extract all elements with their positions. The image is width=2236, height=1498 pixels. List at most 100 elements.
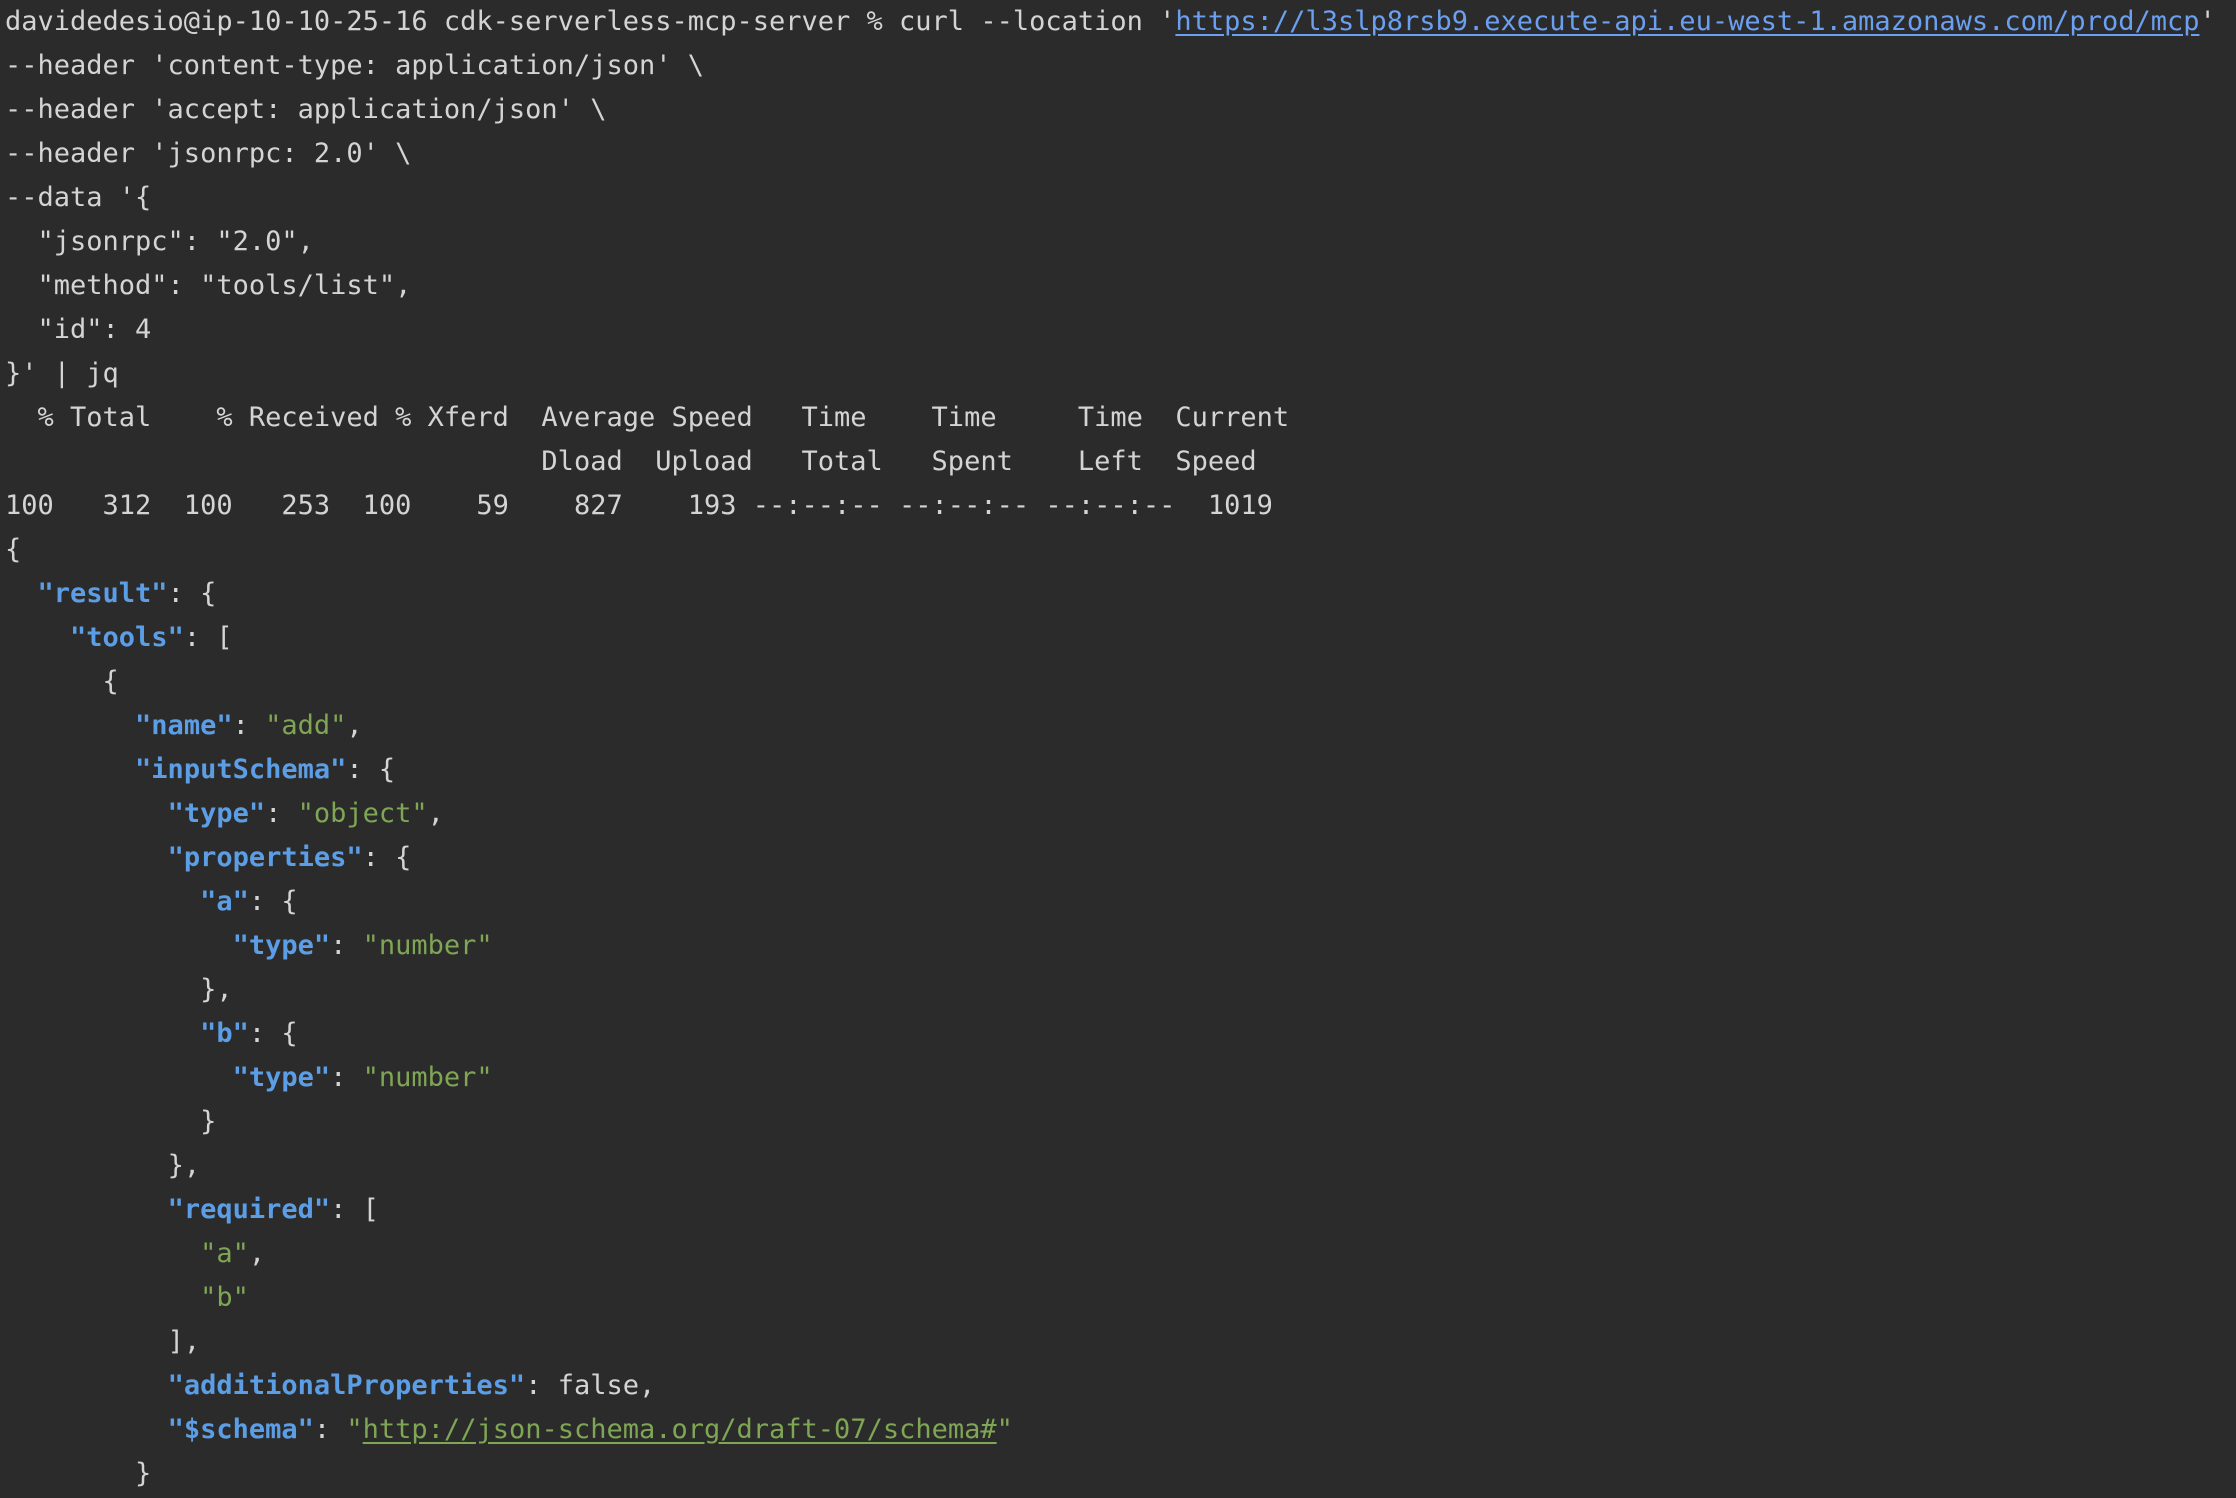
url-link[interactable]: https://l3slp8rsb9.execute-api.eu-west-1… bbox=[1175, 6, 2199, 37]
json-string-value: " bbox=[346, 1414, 363, 1445]
json-key: "name" bbox=[135, 710, 233, 741]
json-string-value: "number" bbox=[362, 1062, 493, 1093]
terminal-line: }' | jq bbox=[5, 352, 2231, 396]
json-key: "a" bbox=[200, 886, 249, 917]
json-punctuation: } bbox=[135, 1458, 152, 1489]
terminal-line: ], bbox=[5, 1320, 2231, 1364]
json-punctuation: : { bbox=[346, 754, 396, 785]
output-text: --header 'accept: application/json' \ bbox=[5, 94, 607, 125]
terminal-line: --header 'accept: application/json' \ bbox=[5, 88, 2231, 132]
json-punctuation: : { bbox=[167, 578, 217, 609]
output-text: --header 'content-type: application/json… bbox=[5, 50, 704, 81]
json-punctuation: { bbox=[5, 534, 22, 565]
json-string-value: "add" bbox=[265, 710, 347, 741]
terminal-output[interactable]: davidedesio@ip-10-10-25-16 cdk-serverles… bbox=[5, 0, 2231, 1498]
terminal-line: "method": "tools/list", bbox=[5, 264, 2231, 308]
url-link[interactable]: http://json-schema.org/draft-07/schema# bbox=[363, 1414, 997, 1445]
json-punctuation: { bbox=[102, 666, 119, 697]
terminal-line: "required": [ bbox=[5, 1188, 2231, 1232]
terminal-line: }, bbox=[5, 968, 2231, 1012]
terminal-line: "id": 4 bbox=[5, 308, 2231, 352]
output-text: 100 312 100 253 100 59 827 193 --:--:-- … bbox=[5, 490, 1273, 521]
json-punctuation: } bbox=[200, 1106, 217, 1137]
json-key: "b" bbox=[200, 1018, 249, 1049]
json-key: "inputSchema" bbox=[135, 754, 347, 785]
terminal-line: }, bbox=[5, 1144, 2231, 1188]
terminal-line: --header 'jsonrpc: 2.0' \ bbox=[5, 132, 2231, 176]
terminal-line: "additionalProperties": false, bbox=[5, 1364, 2231, 1408]
terminal-line: } bbox=[5, 1100, 2231, 1144]
json-string-value: "b" bbox=[200, 1282, 249, 1313]
json-key: "type" bbox=[232, 930, 331, 961]
output-text: "method": "tools/list", bbox=[5, 270, 412, 301]
output-text: --header 'jsonrpc: 2.0' \ bbox=[5, 138, 412, 169]
json-key: "properties" bbox=[167, 842, 363, 873]
json-punctuation: : [ bbox=[183, 622, 233, 653]
json-punctuation: , bbox=[427, 798, 444, 829]
terminal-line: "tools": [ bbox=[5, 616, 2231, 660]
terminal-line: "type": "number" bbox=[5, 924, 2231, 968]
json-punctuation: }, bbox=[167, 1150, 201, 1181]
output-text: davidedesio@ip-10-10-25-16 cdk-serverles… bbox=[5, 6, 1176, 37]
output-text: Dload Upload Total Spent Left Speed bbox=[5, 446, 1257, 477]
json-punctuation: ], bbox=[167, 1326, 201, 1357]
terminal-line: "a": { bbox=[5, 880, 2231, 924]
terminal-line: Dload Upload Total Spent Left Speed bbox=[5, 440, 2231, 484]
terminal-line: "b": { bbox=[5, 1012, 2231, 1056]
output-text: ' \ bbox=[2199, 6, 2216, 37]
terminal-line: davidedesio@ip-10-10-25-16 cdk-serverles… bbox=[5, 0, 2231, 44]
terminal-line: 100 312 100 253 100 59 827 193 --:--:-- … bbox=[5, 484, 2231, 528]
terminal-line: --header 'content-type: application/json… bbox=[5, 44, 2231, 88]
json-string-value: "a" bbox=[200, 1238, 249, 1269]
terminal-line: % Total % Received % Xferd Average Speed… bbox=[5, 396, 2231, 440]
json-punctuation: , bbox=[248, 1238, 266, 1269]
json-punctuation: : bbox=[232, 710, 266, 741]
json-punctuation: : bbox=[313, 1414, 347, 1445]
terminal-line: } bbox=[5, 1452, 2231, 1496]
terminal-line: "inputSchema": { bbox=[5, 748, 2231, 792]
json-key: "tools" bbox=[70, 622, 184, 653]
output-text: "jsonrpc": "2.0", bbox=[5, 226, 314, 257]
json-string-value: "number" bbox=[362, 930, 493, 961]
terminal-line: "$schema": "http://json-schema.org/draft… bbox=[5, 1408, 2231, 1452]
json-punctuation: : bbox=[265, 798, 298, 829]
output-text: --data '{ bbox=[5, 182, 152, 213]
terminal-line: { bbox=[5, 528, 2231, 572]
terminal-line: --data '{ bbox=[5, 176, 2231, 220]
terminal-line: "a", bbox=[5, 1232, 2231, 1276]
json-key: "type" bbox=[167, 798, 266, 829]
json-key: "result" bbox=[37, 578, 168, 609]
json-punctuation: : bbox=[330, 1062, 363, 1093]
terminal-line: "name": "add", bbox=[5, 704, 2231, 748]
json-key: "additionalProperties" bbox=[167, 1370, 526, 1401]
json-punctuation: }, bbox=[200, 974, 233, 1005]
output-text: % Total % Received % Xferd Average Speed… bbox=[5, 402, 1290, 433]
terminal-line: "properties": { bbox=[5, 836, 2231, 880]
terminal-line: "type": "number" bbox=[5, 1056, 2231, 1100]
terminal-line: "type": "object", bbox=[5, 792, 2231, 836]
json-punctuation: : { bbox=[248, 1018, 298, 1049]
terminal-line: "result": { bbox=[5, 572, 2231, 616]
json-punctuation: : { bbox=[362, 842, 412, 873]
terminal-line: { bbox=[5, 660, 2231, 704]
